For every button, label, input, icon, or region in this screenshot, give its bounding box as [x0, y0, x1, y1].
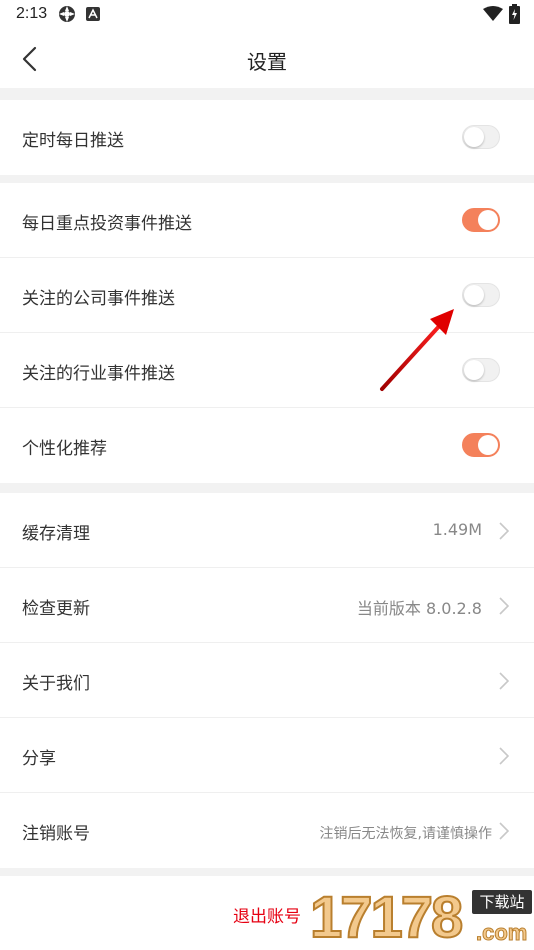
watermark-domain: .com	[475, 920, 528, 946]
toggle-knob	[478, 210, 498, 230]
about-us-label: 关于我们	[22, 674, 90, 694]
daily-push-label: 定时每日推送	[22, 131, 124, 151]
app-notification-icon	[86, 7, 100, 21]
daily-push-section: 定时每日推送	[0, 100, 534, 175]
cache-size-value: 1.49M	[432, 520, 482, 539]
share-label: 分享	[22, 749, 56, 769]
page-title: 设置	[247, 50, 287, 74]
settings-notification-icon	[59, 6, 75, 22]
daily-push-toggle[interactable]	[462, 125, 500, 149]
status-bar: 2:13	[0, 0, 534, 30]
toggle-knob	[464, 285, 484, 305]
chevron-right-icon	[499, 747, 510, 765]
delete-account-label: 注销账号	[22, 824, 90, 844]
about-us-row[interactable]: 关于我们	[0, 643, 534, 718]
personalized-recommend-row: 个性化推荐	[0, 408, 534, 483]
followed-company-push-toggle[interactable]	[462, 283, 500, 307]
battery-icon	[509, 4, 520, 24]
clear-cache-label: 缓存清理	[22, 524, 90, 544]
toggle-knob	[464, 360, 484, 380]
status-time: 2:13	[16, 5, 48, 22]
delete-account-warning: 注销后无法恢复,请谨慎操作	[319, 826, 492, 842]
nav-bar: 设置	[0, 30, 534, 88]
chevron-right-icon	[499, 672, 510, 690]
toggle-knob	[478, 435, 498, 455]
personalized-recommend-toggle[interactable]	[462, 433, 500, 457]
general-section: 缓存清理 1.49M 检查更新 当前版本 8.0.2.8 关于我们 分享 注销账…	[0, 493, 534, 868]
chevron-right-icon	[499, 822, 510, 840]
clear-cache-row[interactable]: 缓存清理 1.49M	[0, 493, 534, 568]
chevron-right-icon	[499, 522, 510, 540]
check-update-label: 检查更新	[22, 599, 90, 619]
watermark-tag: 下载站	[472, 890, 532, 914]
share-row[interactable]: 分享	[0, 718, 534, 793]
annotation-arrow-icon	[380, 309, 454, 391]
key-investment-push-row: 每日重点投资事件推送	[0, 183, 534, 258]
chevron-right-icon	[499, 597, 510, 615]
personalized-recommend-label: 个性化推荐	[22, 439, 107, 459]
followed-industry-push-toggle[interactable]	[462, 358, 500, 382]
wifi-icon	[483, 6, 503, 21]
followed-company-push-label: 关注的公司事件推送	[22, 289, 175, 309]
key-investment-push-label: 每日重点投资事件推送	[22, 214, 192, 234]
key-investment-push-toggle[interactable]	[462, 208, 500, 232]
check-update-row[interactable]: 检查更新 当前版本 8.0.2.8	[0, 568, 534, 643]
toggle-knob	[464, 127, 484, 147]
delete-account-row[interactable]: 注销账号 注销后无法恢复,请谨慎操作	[0, 793, 534, 868]
followed-industry-push-label: 关注的行业事件推送	[22, 364, 175, 384]
watermark-digits: 17178	[309, 885, 464, 950]
daily-push-row: 定时每日推送	[0, 100, 534, 175]
site-watermark: 17178 下载站 .com	[308, 886, 534, 950]
current-version-value: 当前版本 8.0.2.8	[356, 599, 482, 618]
